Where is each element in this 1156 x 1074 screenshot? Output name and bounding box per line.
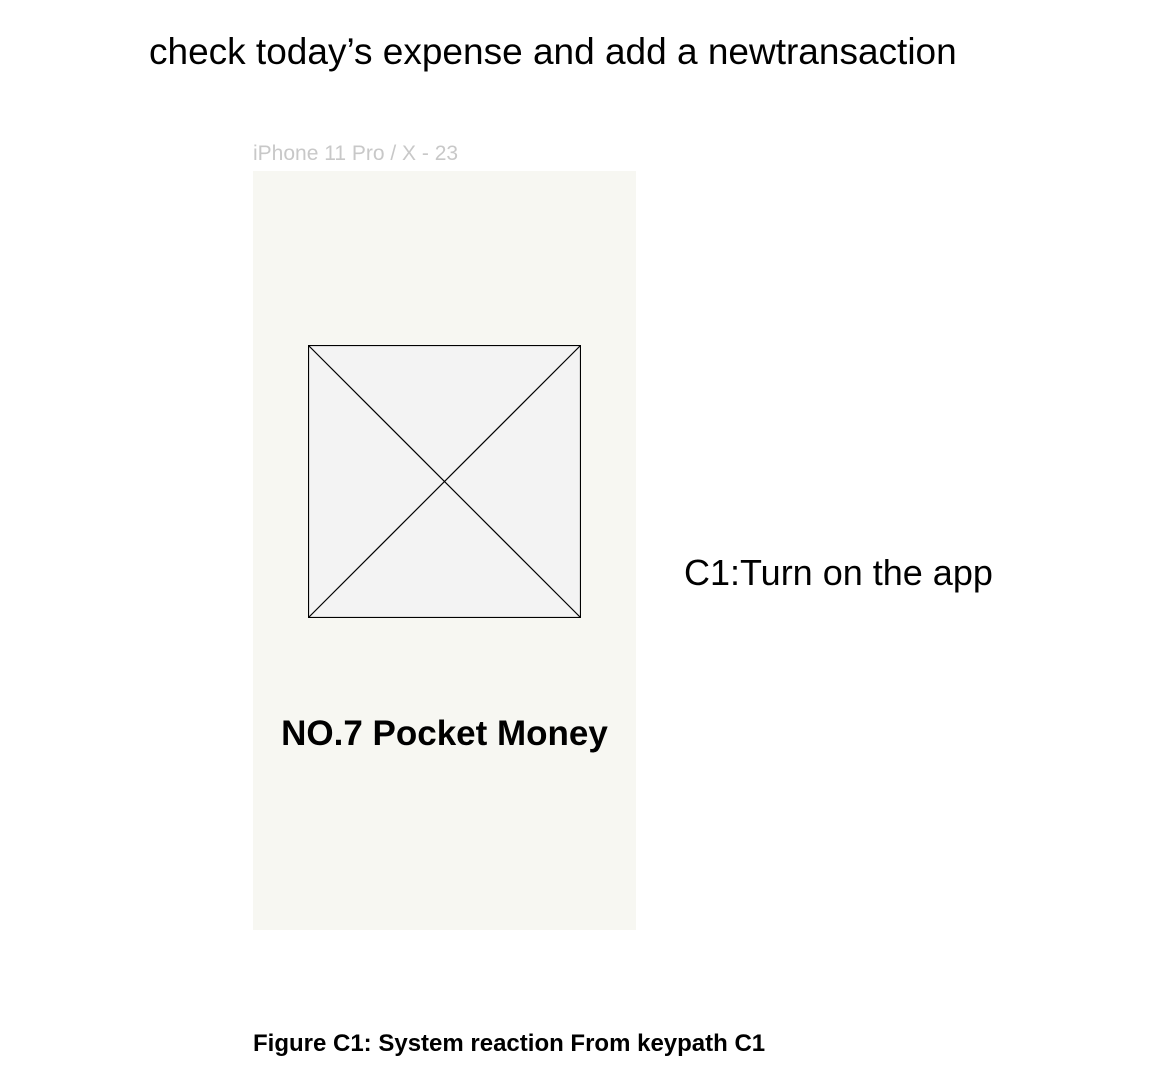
step-caption: C1:Turn on the app [684,552,993,593]
figure-caption: Figure C1: System reaction From keypath … [253,1030,766,1057]
task-heading: check today’s expense and add a newtrans… [149,31,957,72]
phone-frame: NO.7 Pocket Money [253,171,636,930]
frame-label: iPhone 11 Pro / X - 23 [253,142,459,165]
app-title: NO.7 Pocket Money [281,714,608,753]
image-placeholder-icon [308,345,581,618]
